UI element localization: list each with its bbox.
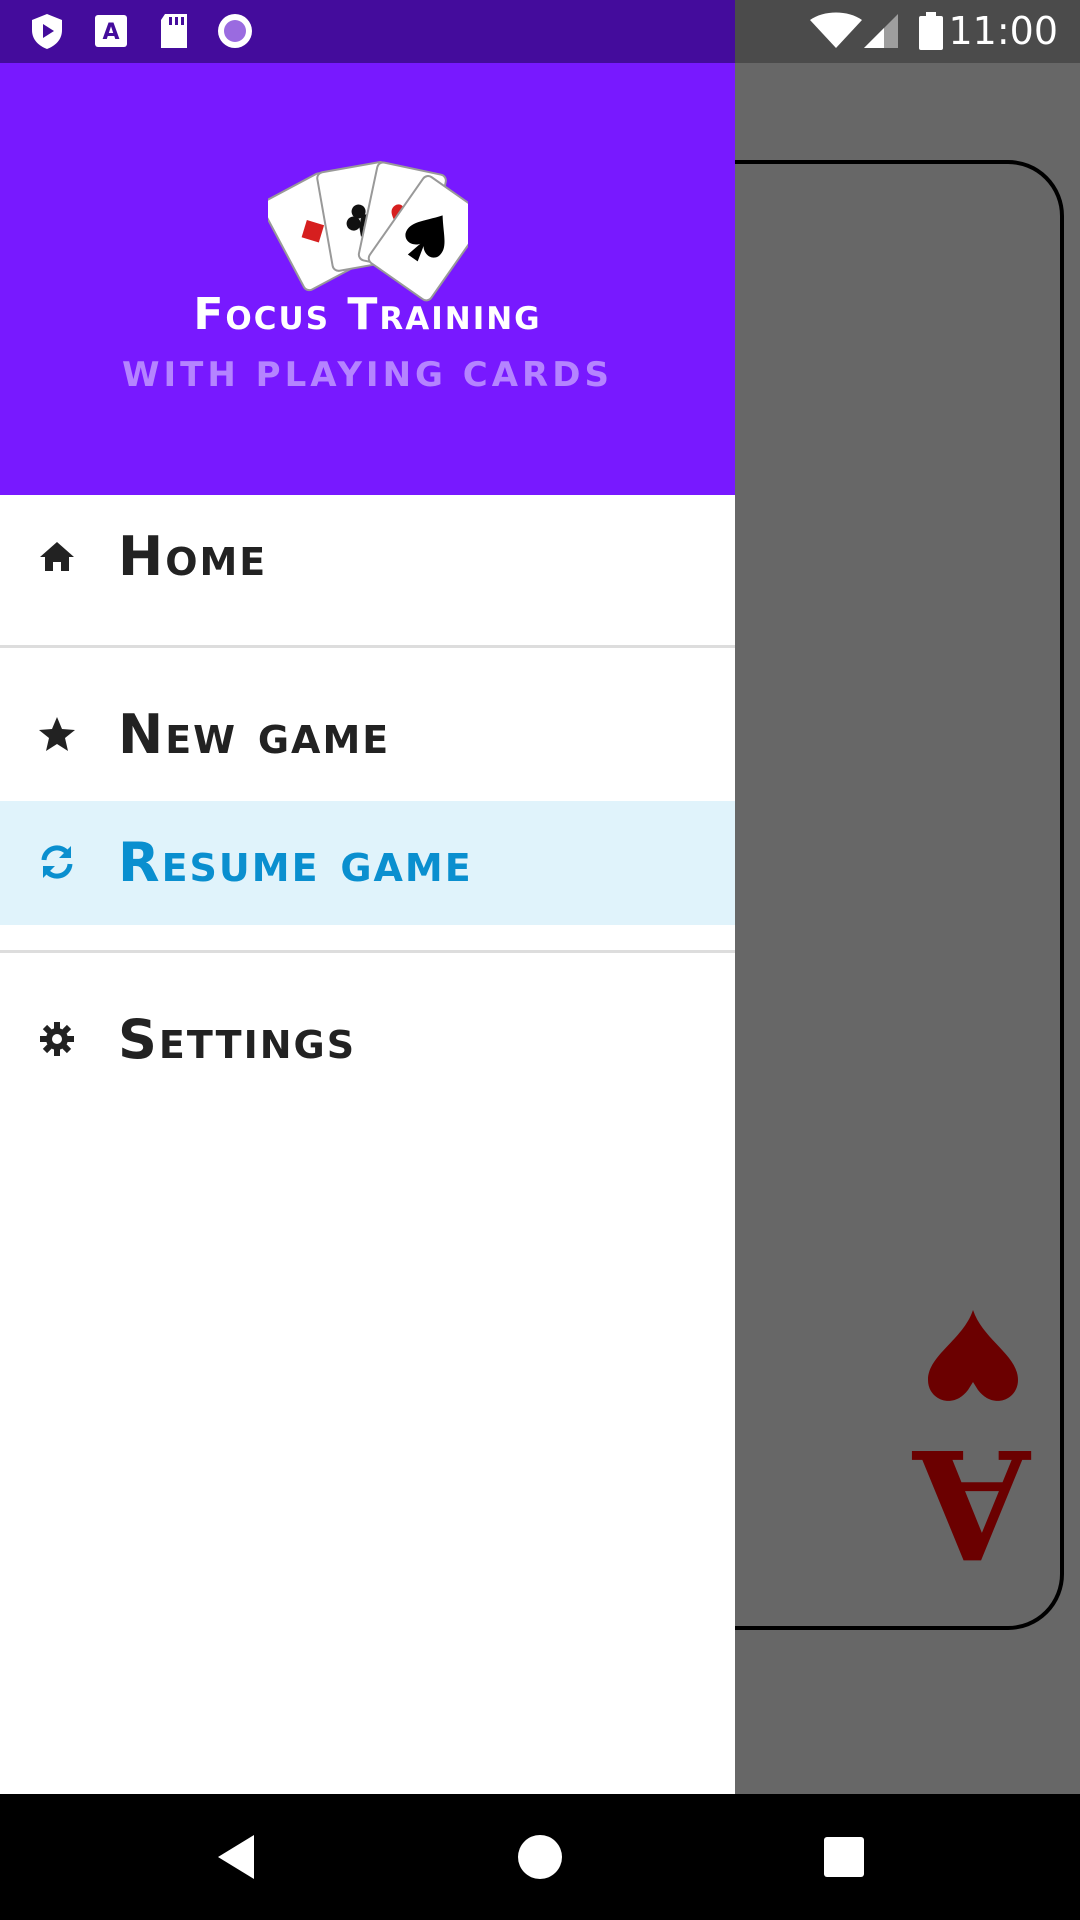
sd-card-icon xyxy=(161,14,187,48)
divider xyxy=(0,645,735,648)
menu-item-label: Settings xyxy=(118,1008,357,1071)
shield-play-icon xyxy=(32,14,62,49)
circle-record-icon xyxy=(218,14,252,48)
star-icon xyxy=(39,717,75,751)
wifi-icon xyxy=(810,12,862,48)
home-circle-icon[interactable] xyxy=(510,1827,570,1887)
recents-icon[interactable] xyxy=(814,1827,874,1887)
svg-text:A: A xyxy=(102,20,119,45)
gear-icon xyxy=(40,1022,74,1056)
menu-item-label: Resume game xyxy=(118,831,473,894)
menu-item-label: Home xyxy=(118,525,268,588)
menu-item-home[interactable]: Home xyxy=(0,495,735,619)
status-bar: A 11:00 xyxy=(0,0,1080,63)
app-title: Focus Training xyxy=(193,289,542,340)
card-rank: A xyxy=(913,1415,1030,1591)
font-a-icon: A xyxy=(95,15,127,47)
home-icon xyxy=(40,542,74,571)
navigation-bar xyxy=(0,1794,1080,1920)
navigation-drawer: Focus Training with playing cards Home N… xyxy=(0,63,735,1794)
menu-item-settings[interactable]: Settings xyxy=(0,978,735,1102)
battery-icon xyxy=(919,12,943,50)
app-subtitle: with playing cards xyxy=(122,355,613,395)
drawer-header: Focus Training with playing cards xyxy=(0,63,735,495)
signal-icon xyxy=(864,14,898,48)
menu-item-new-game[interactable]: New game xyxy=(0,673,735,797)
clock: 11:00 xyxy=(948,9,1058,53)
menu-item-resume-game[interactable]: Resume game xyxy=(0,801,735,925)
refresh-icon xyxy=(41,845,73,879)
back-icon[interactable] xyxy=(206,1827,266,1887)
menu-item-label: New game xyxy=(118,703,391,766)
divider xyxy=(0,950,735,953)
heart-icon xyxy=(928,1310,1018,1401)
